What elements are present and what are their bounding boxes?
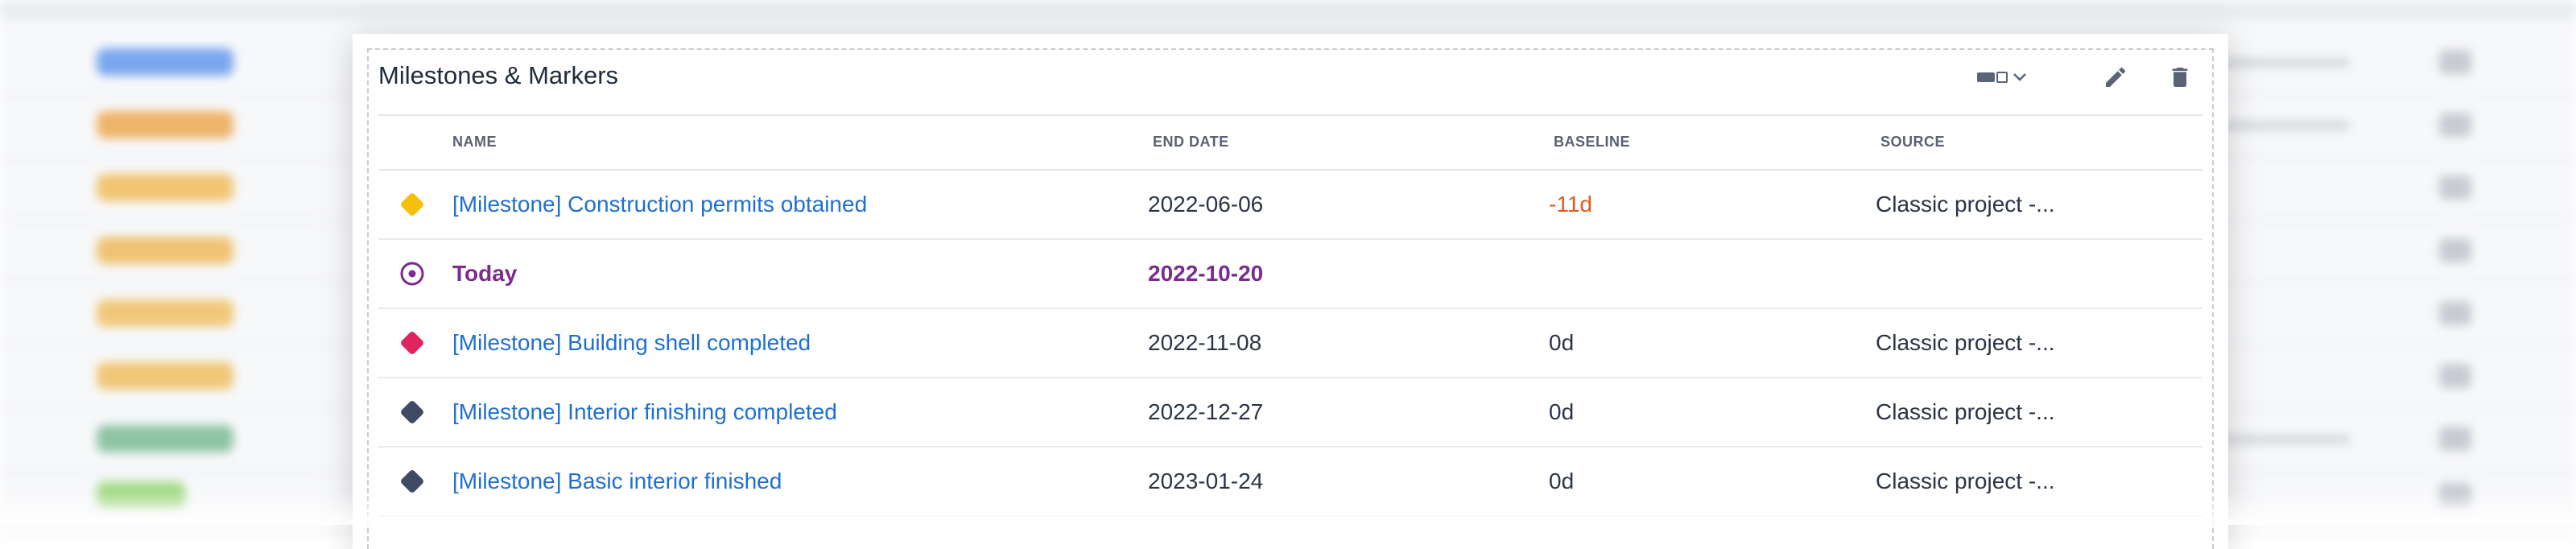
milestone-name-link[interactable]: [Milestone] Construction permits obtaine… [452, 171, 867, 238]
layout-toggle-outline-icon [1996, 72, 2008, 83]
chevron-down-icon [2013, 73, 2026, 81]
background-pill [97, 174, 233, 201]
today-target-icon [400, 262, 424, 286]
background-block [2439, 238, 2471, 262]
diamond-icon [401, 193, 423, 216]
table-header: NAME END DATE BASELINE SOURCE [378, 114, 2202, 171]
background-pill [97, 299, 233, 327]
pencil-icon [2106, 67, 2126, 87]
source-value: Classic project -... [1876, 399, 2055, 424]
milestones-table: NAME END DATE BASELINE SOURCE [Milestone… [378, 114, 2202, 517]
background-block [2439, 113, 2471, 137]
background-block [2439, 364, 2471, 388]
background-block [2439, 175, 2471, 200]
column-header-source[interactable]: SOURCE [1880, 134, 1945, 151]
baseline-value: -11d [1549, 192, 1592, 217]
milestone-name-link[interactable]: [Milestone] Building shell completed [452, 309, 811, 377]
background-block [2439, 301, 2471, 325]
table-row-today: Today 2022-10-20 [378, 240, 2202, 309]
delete-button[interactable] [2164, 61, 2196, 93]
table-row[interactable]: [Milestone] Interior finishing completed… [378, 378, 2202, 448]
source-value: Classic project -... [1876, 330, 2055, 355]
background-pill [97, 237, 233, 264]
source-value: Classic project -... [1876, 192, 2055, 217]
edit-button[interactable] [2099, 61, 2132, 93]
row-icon-cell [394, 378, 430, 446]
background-pill [97, 425, 233, 452]
column-header-baseline[interactable]: BASELINE [1554, 134, 1630, 151]
milestones-panel: Milestones & Markers NAME END DATE BASEL… [353, 34, 2228, 549]
background-block [2439, 427, 2471, 451]
table-row[interactable]: [Milestone] Construction permits obtaine… [378, 171, 2202, 240]
background-pill [97, 362, 233, 390]
milestone-name-link[interactable]: [Milestone] Interior finishing completed [452, 378, 837, 446]
column-header-end-date[interactable]: END DATE [1153, 134, 1229, 151]
layout-toggle-icon [1977, 72, 1995, 82]
bottom-fade [0, 491, 2576, 525]
today-label: Today [452, 261, 518, 286]
background-top-bar [0, 0, 2576, 19]
trash-icon [2172, 68, 2188, 87]
background-pill [97, 48, 233, 76]
column-header-name[interactable]: NAME [452, 134, 497, 151]
diamond-icon [401, 401, 423, 423]
row-icon-cell [394, 171, 430, 238]
baseline-value: 0d [1549, 399, 1575, 424]
panel-toolbar [1977, 61, 2196, 93]
end-date: 2022-11-08 [1148, 330, 1262, 355]
baseline-value: 0d [1549, 330, 1575, 355]
diamond-icon [401, 332, 423, 354]
end-date: 2022-06-06 [1148, 192, 1264, 217]
today-date: 2022-10-20 [1148, 261, 1264, 286]
panel-title: Milestones & Markers [378, 61, 619, 89]
row-icon-cell [394, 240, 430, 308]
background-pill [97, 111, 233, 138]
view-toggle-button[interactable] [1977, 72, 2027, 83]
row-icon-cell [394, 309, 430, 377]
background-block [2439, 50, 2471, 74]
table-row[interactable]: [Milestone] Building shell completed 202… [378, 309, 2202, 378]
end-date: 2022-12-27 [1148, 399, 1264, 424]
